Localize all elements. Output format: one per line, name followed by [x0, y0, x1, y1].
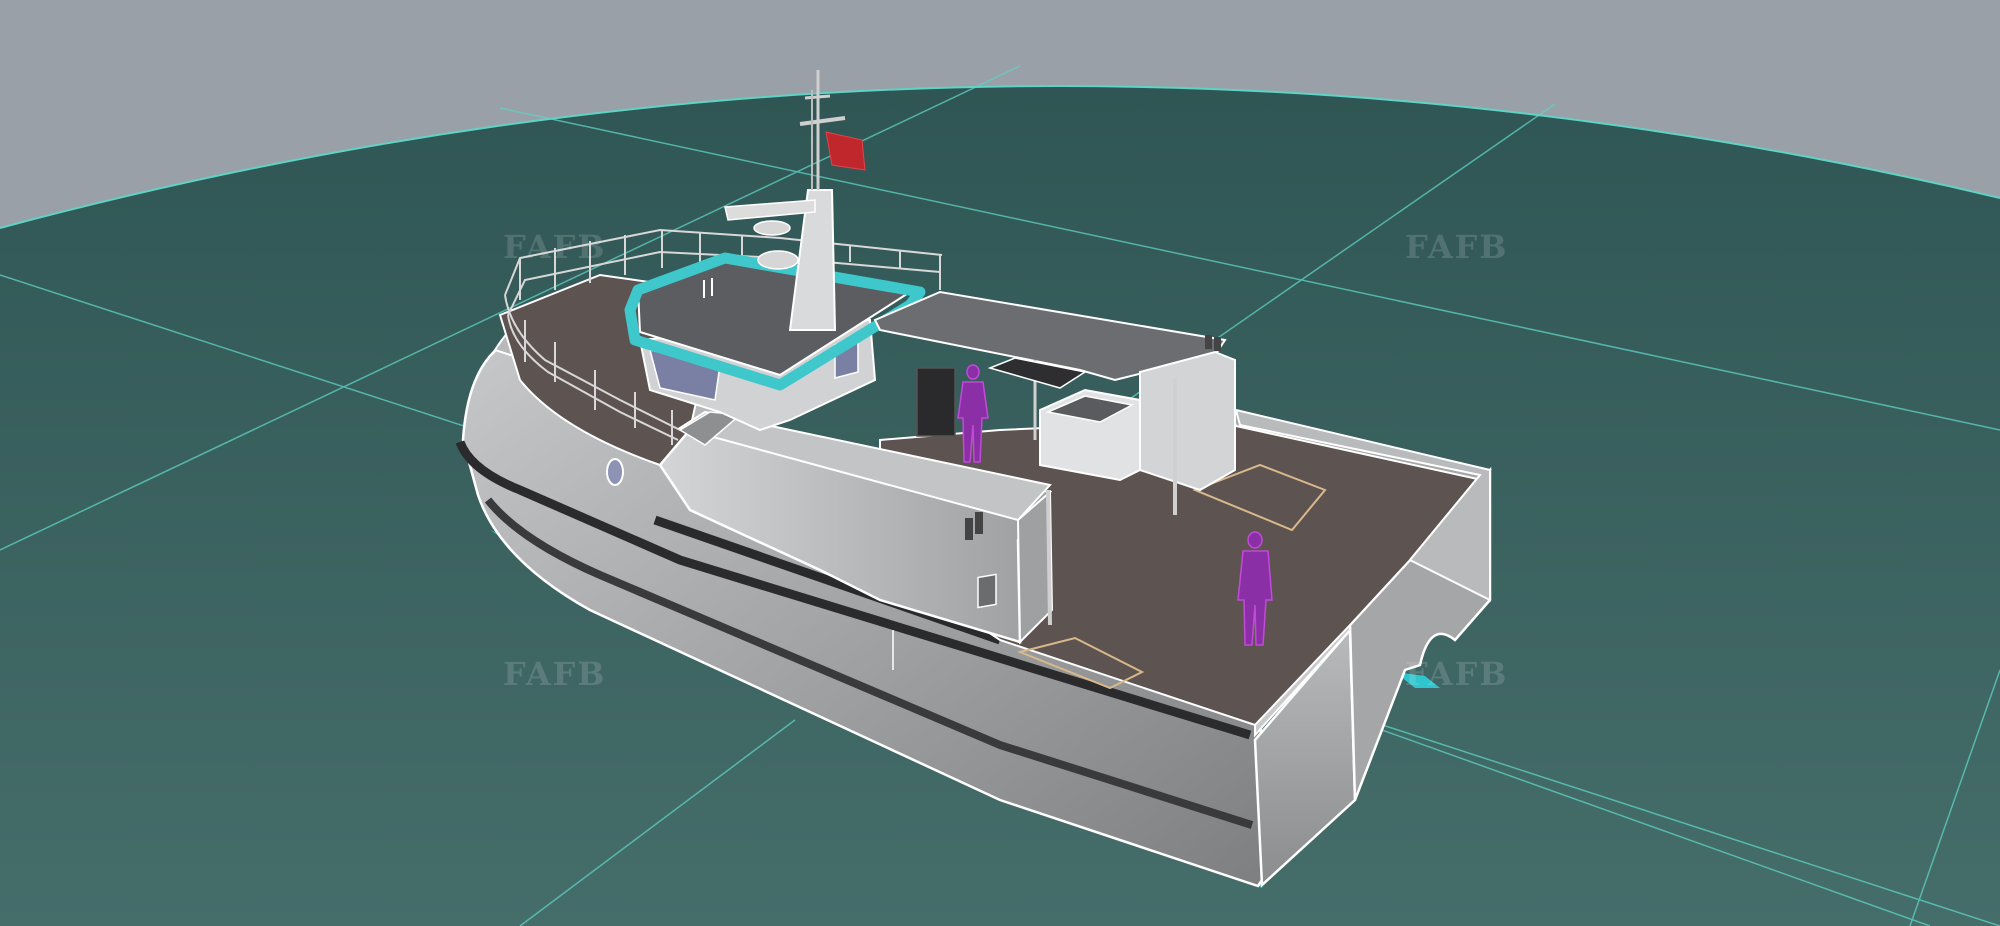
yard-arm-upper: [804, 94, 831, 100]
deck-post: [1046, 489, 1052, 626]
console-box: [916, 367, 956, 437]
watermark-2: FAFB: [1405, 228, 1509, 266]
radar-dome-upper: [753, 220, 791, 236]
render-viewport[interactable]: FAFB FAFB FAFB FAFB: [0, 0, 2000, 926]
watermark-4: FAFB: [1405, 655, 1509, 693]
aft-canopy-structure: [1139, 350, 1236, 492]
boat-3d-scene[interactable]: [0, 0, 2000, 926]
watermark-1: FAFB: [503, 228, 607, 266]
watermark-3: FAFB: [503, 655, 607, 693]
porthole: [606, 458, 624, 486]
cabin-window: [977, 573, 997, 609]
radar-dome-lower: [757, 250, 799, 270]
